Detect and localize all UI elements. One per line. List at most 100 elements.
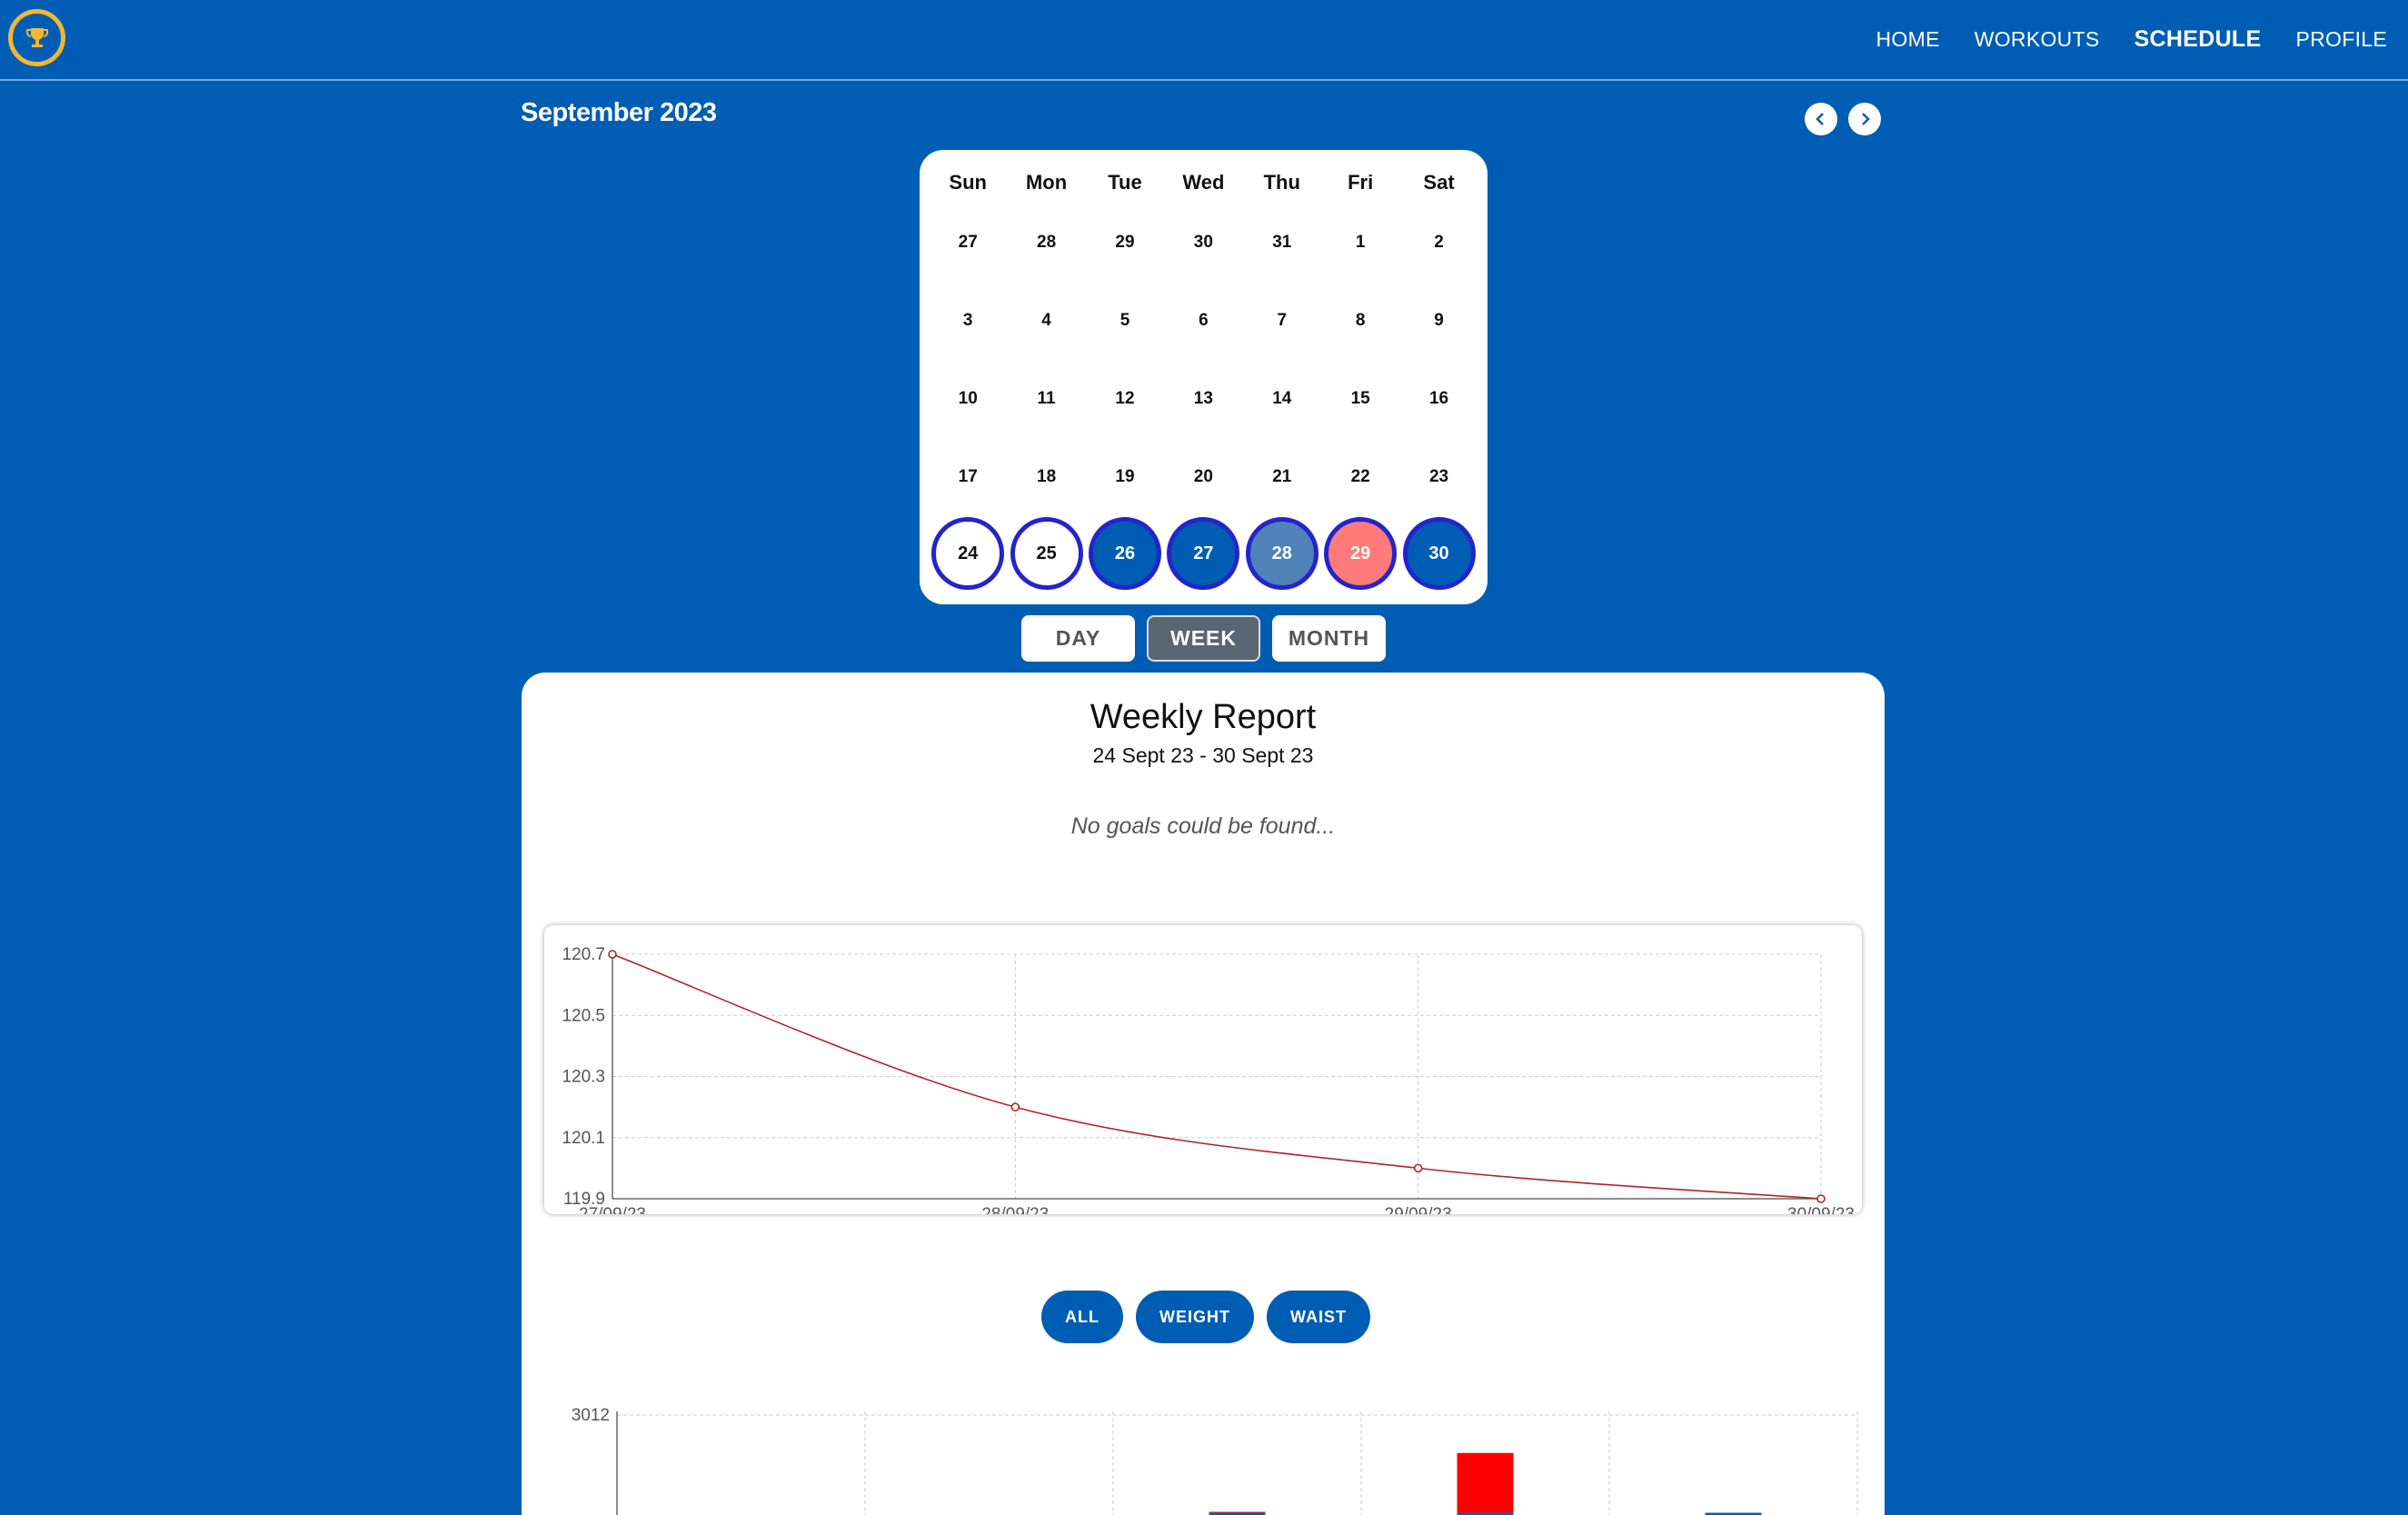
filter-all-button[interactable]: ALL	[1041, 1291, 1123, 1343]
calendar-day[interactable]: 2	[1399, 226, 1478, 259]
nav-home-link[interactable]: HOME	[1876, 27, 1940, 52]
calendar-day[interactable]: 28	[1007, 226, 1085, 259]
prev-month-button[interactable]	[1805, 103, 1837, 135]
selected-week-day-cell: 24	[929, 515, 1007, 592]
x-tick-label: 29/09/23	[1385, 1205, 1452, 1214]
calendar-week-row: 3456789	[929, 304, 1478, 337]
calendar-day[interactable]: 14	[1243, 383, 1321, 415]
nav-workouts-link[interactable]: WORKOUTS	[1975, 27, 2100, 52]
measurement-filters: ALL WEIGHT WAIST	[1041, 1291, 1370, 1343]
next-month-button[interactable]	[1848, 103, 1881, 135]
weight-data-point[interactable]	[1816, 1194, 1826, 1203]
calendar-grid: Sun Mon Tue Wed Thu Fri Sat 24 25 26 27 28 29…	[920, 150, 1488, 604]
calendar-day[interactable]: 11	[1007, 383, 1085, 415]
calendar-day[interactable]: 6	[1164, 304, 1242, 337]
calendar-day[interactable]: 3	[929, 304, 1007, 337]
selected-day-circle[interactable]: 27	[1167, 517, 1240, 590]
selected-week-row: 24 25 26 27 28 29 30	[929, 515, 1478, 592]
selected-day-circle[interactable]: 30	[1402, 517, 1476, 590]
calendar-day[interactable]: 15	[1321, 383, 1399, 415]
selected-week-day-cell: 26	[1086, 515, 1164, 592]
calendar-day[interactable]: 13	[1164, 383, 1242, 415]
calendar-day[interactable]: 23	[1399, 461, 1478, 493]
calendar-day[interactable]: 22	[1321, 461, 1399, 493]
selected-week-day-cell: 29	[1321, 515, 1399, 592]
weekday-label: Thu	[1263, 171, 1300, 194]
y-tick-label: 120.7	[562, 945, 605, 964]
selected-day-circle[interactable]: 26	[1088, 517, 1161, 590]
calendar-day[interactable]: 21	[1243, 461, 1321, 493]
week-view-button[interactable]: WEEK	[1147, 615, 1260, 662]
calendar-day[interactable]: 16	[1399, 383, 1478, 415]
y-tick-label: 120.5	[562, 1006, 605, 1025]
weight-data-point[interactable]	[608, 950, 617, 959]
y-tick-label: 120.3	[562, 1068, 605, 1087]
selected-day-circle[interactable]: 28	[1245, 517, 1318, 590]
calendar-day[interactable]: 19	[1086, 461, 1164, 493]
calendar-day[interactable]: 27	[929, 226, 1007, 259]
chevron-right-icon	[1862, 113, 1870, 125]
calendar-day[interactable]: 31	[1243, 226, 1321, 259]
calendar-day[interactable]: 1	[1321, 226, 1399, 259]
weekday-label: Sun	[949, 171, 987, 194]
nav-schedule-link[interactable]: SCHEDULE	[2134, 26, 2262, 53]
bar-segment-excess[interactable]	[1209, 1511, 1266, 1513]
weekday-label: Fri	[1348, 171, 1374, 194]
weight-data-point[interactable]	[1413, 1163, 1423, 1173]
weekday-label: Sat	[1423, 171, 1455, 194]
report-date-range: 24 Sept 23 - 30 Sept 23	[1092, 743, 1314, 767]
selected-week-day-cell: 27	[1164, 515, 1242, 592]
weight-data-point[interactable]	[1010, 1102, 1020, 1111]
calendar-week-row: 17 18 19 20 21 22 23	[929, 461, 1478, 493]
x-tick-label: 27/09/23	[579, 1205, 646, 1214]
weekday-label: Tue	[1108, 171, 1142, 194]
calendar-day[interactable]: 4	[1007, 304, 1085, 337]
calendar-day[interactable]: 12	[1086, 383, 1164, 415]
top-navbar: HOME WORKOUTS SCHEDULE PROFILE	[0, 0, 2408, 81]
calendar-day[interactable]: 20	[1164, 461, 1242, 493]
selected-week-day-cell: 30	[1399, 515, 1478, 592]
month-title: September 2023	[521, 98, 717, 127]
filter-waist-button[interactable]: WAIST	[1267, 1291, 1370, 1343]
y-tick-label: 120.1	[562, 1129, 605, 1148]
weight-line-chart: 120.7120.5120.3120.1119.927/09/2328/09/2…	[544, 925, 1862, 1214]
calendar-day[interactable]: 17	[929, 461, 1007, 493]
calendar-day[interactable]: 5	[1086, 304, 1164, 337]
calendar-week-row: 10 11 12 13 14 15 16	[929, 383, 1478, 415]
selected-day-circle[interactable]: 24	[931, 517, 1005, 590]
x-tick-label: 28/09/23	[981, 1205, 1049, 1214]
calendar-day[interactable]: 18	[1007, 461, 1085, 493]
trophy-icon-glyph	[25, 27, 48, 47]
calendar-week-row: 27 28 29 30 31 1 2	[929, 226, 1478, 259]
calendar-day[interactable]: 10	[929, 383, 1007, 415]
stacked-bar-chart: 30121600	[544, 1363, 1871, 1515]
no-goals-message: No goals could be found...	[1070, 813, 1336, 839]
weekday-label: Wed	[1182, 171, 1225, 194]
nav-profile-link[interactable]: PROFILE	[2295, 27, 2387, 52]
calendar-day[interactable]: 29	[1086, 226, 1164, 259]
calendar-day[interactable]: 7	[1243, 304, 1321, 337]
report-title: Weekly Report	[1090, 698, 1317, 736]
calendar-day[interactable]: 9	[1399, 304, 1478, 337]
weekday-label: Mon	[1025, 171, 1068, 194]
filter-weight-button[interactable]: WEIGHT	[1136, 1291, 1254, 1343]
y-tick-label: 3012	[572, 1406, 610, 1425]
selected-week-day-cell: 25	[1007, 515, 1085, 592]
weekly-report-card: Weekly Report 24 Sept 23 - 30 Sept 23 No…	[522, 673, 1885, 1515]
nav-links: HOME WORKOUTS SCHEDULE PROFILE	[1876, 0, 2387, 78]
line-chart-svg: 120.7120.5120.3120.1119.927/09/2328/09/2…	[562, 945, 1855, 1214]
selected-day-circle[interactable]: 25	[1010, 517, 1083, 590]
weekday-header-row: Sun Mon Tue Wed Thu Fri Sat	[929, 166, 1478, 199]
bar-chart-svg: 30121600	[572, 1406, 1858, 1515]
bar-segment-excess[interactable]	[1457, 1452, 1514, 1513]
trophy-icon[interactable]	[8, 9, 65, 66]
calendar-day[interactable]: 30	[1164, 226, 1242, 259]
month-view-button[interactable]: MONTH	[1272, 615, 1386, 662]
chevron-left-icon	[1816, 113, 1824, 125]
day-view-button[interactable]: DAY	[1021, 615, 1135, 662]
month-navigation	[1805, 103, 1881, 135]
selected-week-day-cell: 28	[1243, 515, 1321, 592]
selected-day-circle[interactable]: 29	[1324, 517, 1398, 590]
view-toggle: DAY WEEK MONTH	[1021, 615, 1386, 662]
calendar-day[interactable]: 8	[1321, 304, 1399, 337]
